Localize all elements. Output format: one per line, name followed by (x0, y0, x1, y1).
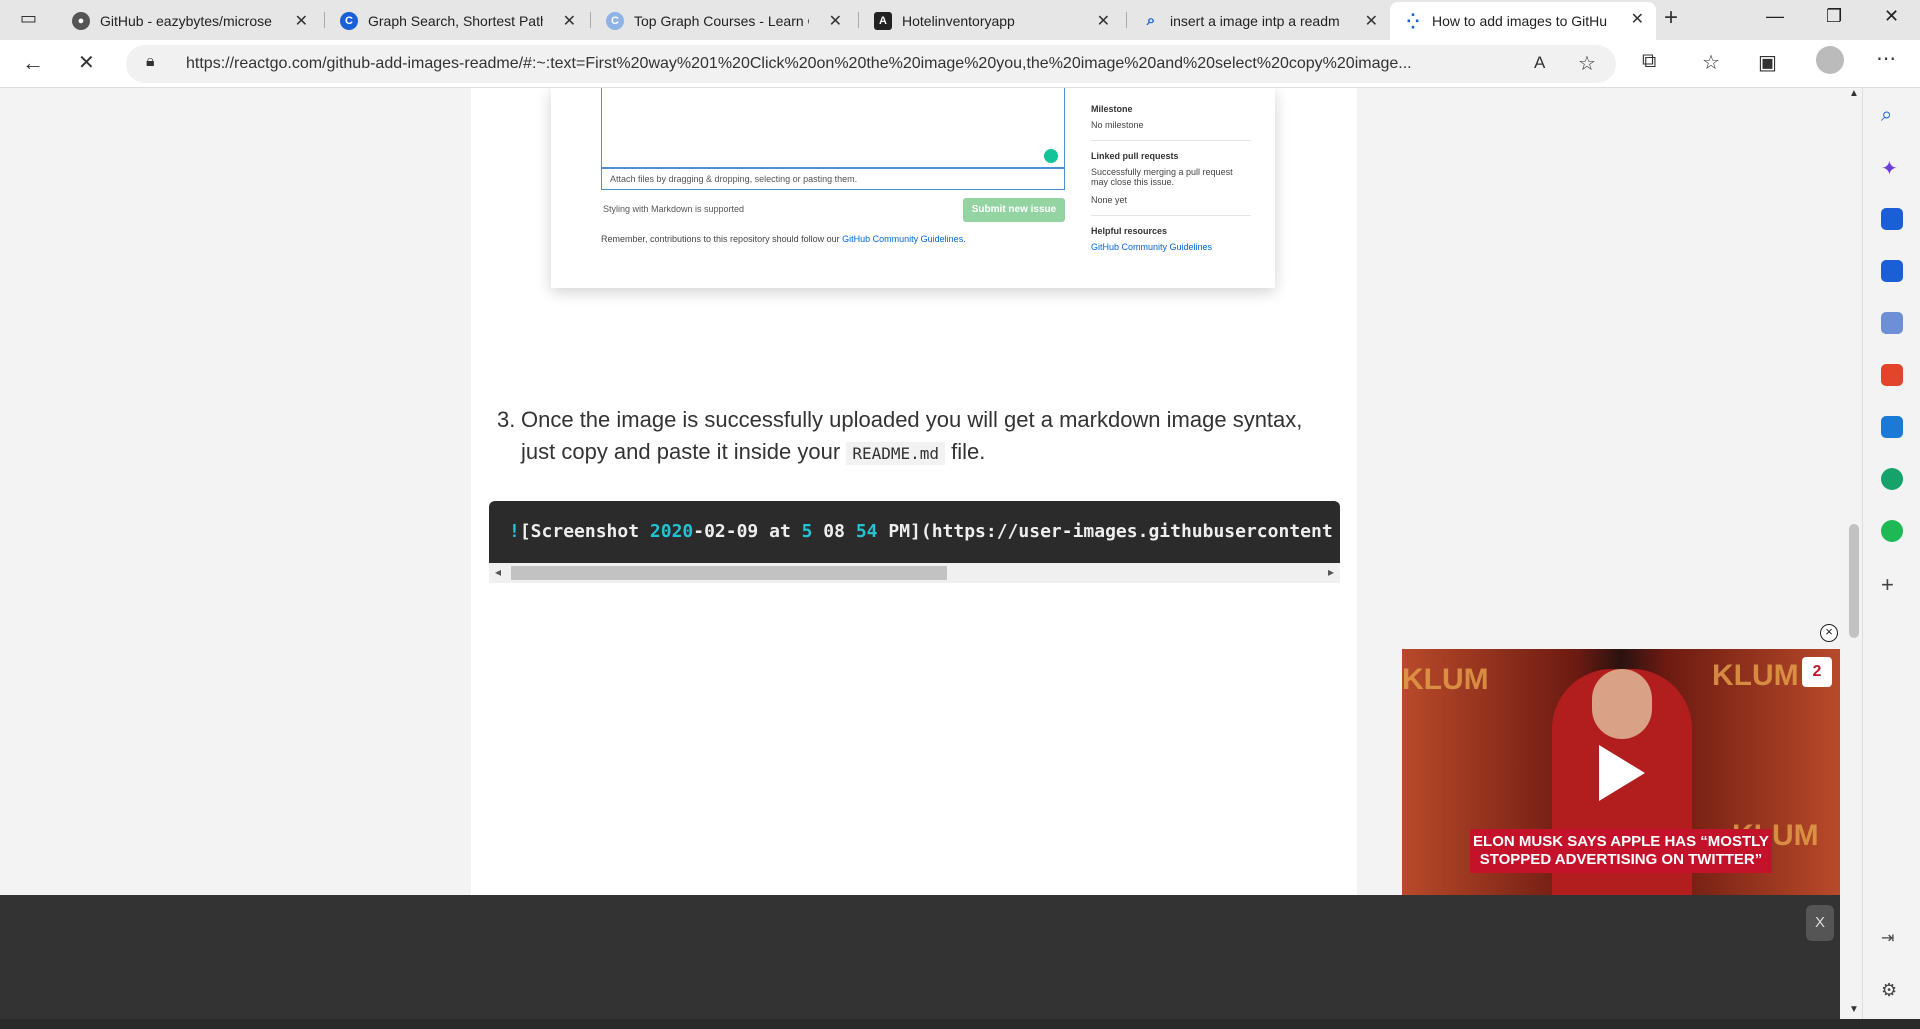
tab-active[interactable]: ⁛ How to add images to GitHu ✕ (1390, 2, 1656, 40)
close-tab-icon[interactable]: ✕ (1097, 11, 1110, 31)
page-vertical-scrollbar[interactable]: ▲ ▼ (1846, 88, 1862, 1019)
channel-logo: 2 (1802, 657, 1832, 687)
article-content: Attach files by dragging & dropping, sel… (471, 88, 1357, 895)
outlook-icon[interactable] (1881, 416, 1903, 438)
issue-sidebar: Milestone No milestone Linked pull reque… (1091, 104, 1251, 252)
attach-files-text: Attach files by dragging & dropping, sel… (601, 168, 1065, 190)
favorites-icon[interactable]: ☆ (1702, 50, 1720, 75)
search-icon: ⌕ (1146, 12, 1156, 29)
tab-hotelinventoryapp[interactable]: A Hotelinventoryapp ✕ (860, 4, 1122, 37)
step-text-end: file. (951, 439, 986, 464)
community-guidelines-link: GitHub Community Guidelines. (842, 234, 966, 244)
remember-note: Remember, contributions to this reposito… (601, 234, 966, 244)
code-line: ![Screenshot 2020-02-09 at 5 08 54 PM](h… (509, 521, 1333, 542)
inline-code-readme: README.md (846, 442, 946, 465)
video-ad-player[interactable]: KLUM KLUM KLUM ELON MUSK SAYS APPLE HAS … (1402, 649, 1840, 896)
c-icon: C (606, 11, 624, 30)
search-icon[interactable]: ⌕ (1881, 104, 1903, 126)
extensions-icon[interactable]: ⧉ (1642, 50, 1656, 73)
github-icon: ● (72, 11, 90, 30)
more-menu-icon[interactable]: ⋯ (1876, 46, 1896, 71)
stop-loading-icon[interactable]: ✕ (78, 50, 95, 75)
scroll-down-icon[interactable]: ▼ (1849, 1004, 1859, 1015)
copilot-icon[interactable]: ✦ (1881, 156, 1903, 180)
angular-icon: A (874, 11, 892, 30)
tools-icon[interactable] (1881, 260, 1903, 282)
close-tab-icon[interactable]: ✕ (563, 11, 576, 31)
office-icon[interactable] (1881, 364, 1903, 386)
edge-sidebar: ⌕ ✦ + ⇥ ⚙ (1862, 88, 1920, 1019)
lock-icon[interactable]: 🔒︎ (146, 53, 155, 71)
markdown-note: Styling with Markdown is supported (603, 204, 745, 214)
video-close-icon[interactable]: × (1820, 624, 1838, 642)
games-icon[interactable] (1881, 312, 1903, 334)
restore-icon[interactable]: ❐ (1826, 6, 1842, 27)
tab-search-readme[interactable]: ⌕ insert a image intp a readm ✕ (1128, 4, 1390, 37)
milestone-heading: Milestone (1091, 104, 1133, 114)
read-aloud-icon[interactable]: A (1534, 53, 1545, 73)
taskbar-strip (0, 1019, 1920, 1029)
step-3: 3. Once the image is successfully upload… (497, 404, 1337, 470)
close-tab-icon[interactable]: ✕ (829, 11, 842, 31)
github-issue-screenshot: Attach files by dragging & dropping, sel… (551, 88, 1275, 288)
linked-pr-description: Successfully merging a pull request may … (1091, 167, 1233, 187)
code-horizontal-scrollbar[interactable]: ◂ ▸ (489, 563, 1340, 583)
close-tab-icon[interactable]: ✕ (1365, 11, 1378, 31)
helpful-resources-heading: Helpful resources (1091, 226, 1168, 236)
scroll-right-icon[interactable]: ▸ (1328, 565, 1334, 579)
helpful-link: GitHub Community Guidelines (1091, 242, 1213, 252)
new-tab-icon[interactable]: + (1664, 4, 1678, 32)
spotify-icon[interactable] (1881, 520, 1903, 542)
loading-icon: ⁛ (1406, 12, 1420, 29)
profile-avatar[interactable] (1816, 46, 1844, 74)
grammarly-icon (1044, 149, 1058, 163)
address-bar: ← ✕ 🔒︎ https://reactgo.com/github-add-im… (0, 40, 1920, 88)
video-person-head (1592, 669, 1652, 739)
c-icon: C (340, 11, 358, 30)
shopping-icon[interactable] (1881, 208, 1903, 230)
add-favorite-icon[interactable]: ☆ (1578, 51, 1596, 76)
tab-actions-icon[interactable]: ▭ (20, 8, 37, 29)
collections-icon[interactable]: ▣ (1758, 50, 1777, 75)
tree-icon[interactable] (1881, 468, 1903, 490)
ad-close-button[interactable]: X (1806, 905, 1834, 941)
minimize-icon[interactable]: — (1766, 6, 1784, 27)
tab-bar: ▭ ● GitHub - eazybytes/microse ✕ C Graph… (0, 0, 1920, 40)
milestone-value: No milestone (1091, 120, 1144, 130)
linked-pr-heading: Linked pull requests (1091, 151, 1179, 161)
url-text[interactable]: https://reactgo.com/github-add-images-re… (186, 55, 1546, 73)
back-icon[interactable]: ← (22, 50, 44, 76)
tab-graph-search[interactable]: C Graph Search, Shortest Path ✕ (326, 4, 588, 37)
step-number: 3. (497, 407, 516, 432)
scroll-up-icon[interactable]: ▲ (1849, 88, 1859, 99)
add-sidebar-app-icon[interactable]: + (1881, 572, 1903, 597)
hide-sidebar-icon[interactable]: ⇥ (1881, 928, 1903, 950)
screenshot-textarea (601, 88, 1065, 168)
code-block[interactable]: ![Screenshot 2020-02-09 at 5 08 54 PM](h… (489, 501, 1340, 563)
linked-pr-value: None yet (1091, 195, 1128, 205)
vertical-scroll-thumb[interactable] (1849, 524, 1859, 638)
submit-issue-button: Submit new issue (963, 198, 1065, 222)
close-tab-icon[interactable]: ✕ (1631, 9, 1644, 29)
tab-graph-courses[interactable]: C Top Graph Courses - Learn G ✕ (592, 4, 854, 37)
sidebar-settings-icon[interactable]: ⚙ (1881, 980, 1903, 1002)
scroll-left-icon[interactable]: ◂ (495, 565, 501, 579)
url-box[interactable]: 🔒︎ https://reactgo.com/github-add-images… (126, 45, 1616, 83)
close-tab-icon[interactable]: ✕ (295, 11, 308, 31)
scrollbar-thumb[interactable] (511, 566, 947, 580)
close-window-icon[interactable]: ✕ (1884, 6, 1899, 27)
tab-github[interactable]: ● GitHub - eazybytes/microse ✕ (58, 4, 320, 37)
play-icon[interactable] (1599, 745, 1645, 801)
page-viewport: Attach files by dragging & dropping, sel… (0, 88, 1846, 1029)
bottom-ad-banner: X (0, 895, 1840, 1019)
video-caption: ELON MUSK SAYS APPLE HAS “MOSTLY STOPPED… (1470, 829, 1772, 873)
